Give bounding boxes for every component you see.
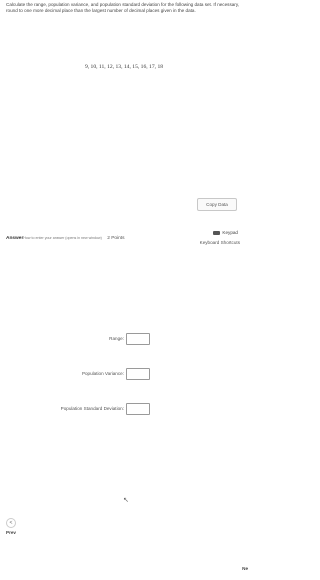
keypad-toggle[interactable]: Keypad bbox=[213, 230, 238, 235]
keyboard-shortcuts-link[interactable]: Keyboard Shortcuts bbox=[200, 240, 240, 245]
population-std-dev-input[interactable] bbox=[126, 403, 150, 415]
population-variance-label: Population Variance: bbox=[81, 371, 124, 376]
prev-arrow-icon[interactable]: < bbox=[6, 518, 16, 528]
prev-button[interactable]: Prev bbox=[6, 530, 16, 535]
range-input[interactable] bbox=[126, 333, 150, 345]
keyboard-icon bbox=[213, 230, 221, 235]
keypad-label: Keypad bbox=[222, 230, 238, 235]
question-text: Calculate the range, population variance… bbox=[6, 2, 240, 14]
population-std-dev-label: Population Standard Deviation: bbox=[60, 406, 124, 411]
answer-label: Answer bbox=[6, 236, 24, 241]
population-std-dev-row: Population Standard Deviation: bbox=[0, 403, 248, 415]
population-variance-row: Population Variance: bbox=[0, 368, 248, 380]
mouse-cursor-icon: ↖ bbox=[123, 497, 129, 504]
copy-data-button[interactable]: Copy Data bbox=[197, 198, 237, 211]
data-set: 9, 10, 11, 12, 13, 14, 15, 16, 17, 18 bbox=[84, 64, 164, 70]
range-label: Range: bbox=[109, 336, 124, 341]
points-label: 2 Points bbox=[107, 236, 125, 241]
answer-help-link[interactable]: How to enter your answer (opens in new w… bbox=[23, 236, 102, 240]
population-variance-input[interactable] bbox=[126, 368, 150, 380]
range-row: Range: bbox=[0, 333, 248, 345]
next-button[interactable]: Ne bbox=[242, 566, 248, 571]
